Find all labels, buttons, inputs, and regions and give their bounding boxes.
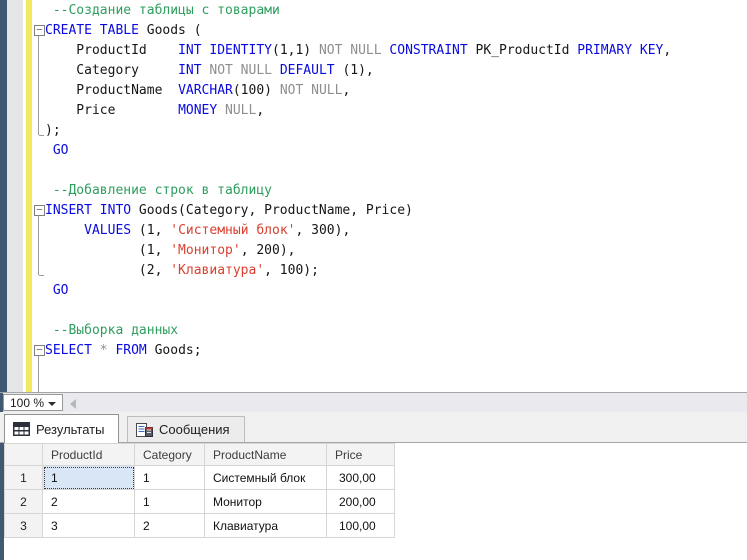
grid-cell[interactable]: Клавиатура [205,514,327,538]
grid-cell[interactable]: 200,00 [327,490,395,514]
scroll-left-arrow-icon[interactable] [70,399,76,409]
collapse-toggle-icon[interactable]: – [33,201,45,221]
outline-margin [33,181,45,201]
code-line: (2, 'Клавиатура', 100); [33,261,743,281]
grid-row: 111Системный блок300,00 [5,466,395,490]
code-line: --Выборка данных [33,321,743,341]
tab-messages[interactable]: Сообщения [127,416,245,442]
grid-cell[interactable]: 2 [135,514,205,538]
code-line: –SELECT * FROM Goods; [33,341,743,361]
results-grid[interactable]: ProductIdCategoryProductNamePrice 111Сис… [4,443,395,538]
code-line [33,161,743,181]
grid-column-header[interactable]: Category [135,444,205,466]
window-edge [0,0,7,392]
grid-corner-cell[interactable] [5,444,43,466]
grid-cell[interactable]: 100,00 [327,514,395,538]
outline-margin [33,161,45,181]
ssms-query-window: --Создание таблицы с товарами–CREATE TAB… [0,0,747,560]
outline-margin [33,381,45,392]
outline-margin [33,241,45,261]
editor-status-bar: 100 % [0,392,747,412]
outline-margin [33,361,45,381]
grid-column-header[interactable]: Price [327,444,395,466]
outline-margin [33,281,45,301]
zoom-level-select[interactable]: 100 % [3,394,63,411]
tab-results-label: Результаты [36,422,104,437]
code-line: --Добавление строк в таблицу [33,181,743,201]
grid-row: 332Клавиатура100,00 [5,514,395,538]
track-changes-bar [26,0,32,392]
code-line [33,361,743,381]
code-line [33,301,743,321]
outline-margin [33,101,45,121]
code-line: Category INT NOT NULL DEFAULT (1), [33,61,743,81]
outline-margin [33,81,45,101]
code-line: (1, 'Монитор', 200), [33,241,743,261]
tab-results[interactable]: Результаты [4,414,119,443]
results-pane: ProductIdCategoryProductNamePrice 111Сис… [0,443,747,560]
grid-cell[interactable]: 300,00 [327,466,395,490]
row-header[interactable]: 2 [5,490,43,514]
tab-messages-label: Сообщения [159,422,230,437]
grid-cell[interactable]: 3 [43,514,135,538]
outline-margin [33,221,45,241]
results-tab-strip: Результаты Сообщения [0,412,747,443]
grid-cell[interactable]: 1 [135,490,205,514]
code-line: ProductName VARCHAR(100) NOT NULL, [33,81,743,101]
grid-header-row: ProductIdCategoryProductNamePrice [5,444,395,466]
outline-margin [33,61,45,81]
outline-margin [33,121,45,141]
outline-margin [33,261,45,281]
code-area[interactable]: --Создание таблицы с товарами–CREATE TAB… [33,1,743,392]
results-grid-icon [13,422,30,436]
code-line: ); [33,121,743,141]
zoom-level-value: 100 % [10,396,44,410]
code-line: --Создание таблицы с товарами [33,1,743,21]
row-header[interactable]: 1 [5,466,43,490]
code-line: Price MONEY NULL, [33,101,743,121]
grid-column-header[interactable]: ProductId [43,444,135,466]
grid-cell[interactable]: Монитор [205,490,327,514]
indicator-margin [7,0,23,392]
code-line: ProductId INT IDENTITY(1,1) NOT NULL CON… [33,41,743,61]
messages-icon [136,423,153,437]
outline-margin [33,141,45,161]
grid-cell[interactable]: 2 [43,490,135,514]
grid-row: 221Монитор200,00 [5,490,395,514]
code-line: GO [33,281,743,301]
collapse-toggle-icon[interactable]: – [33,21,45,41]
code-line: –CREATE TABLE Goods ( [33,21,743,41]
grid-cell[interactable]: 1 [135,466,205,490]
grid-cell[interactable]: Системный блок [205,466,327,490]
code-line [33,381,743,392]
collapse-toggle-icon[interactable]: – [33,341,45,361]
outline-margin [33,1,45,21]
outline-margin [33,41,45,61]
code-line: VALUES (1, 'Системный блок', 300), [33,221,743,241]
row-header[interactable]: 3 [5,514,43,538]
code-line: GO [33,141,743,161]
code-line: –INSERT INTO Goods(Category, ProductName… [33,201,743,221]
chevron-down-icon[interactable] [48,402,56,406]
sql-editor-pane[interactable]: --Создание таблицы с товарами–CREATE TAB… [0,0,747,392]
outline-margin [33,301,45,321]
grid-column-header[interactable]: ProductName [205,444,327,466]
outline-margin [33,321,45,341]
grid-cell[interactable]: 1 [43,466,135,490]
